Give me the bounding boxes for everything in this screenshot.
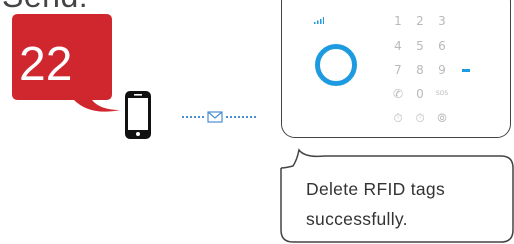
response-line-2: successfully. [306, 209, 408, 229]
alarm-panel: 1 2 3 4 5 6 7 8 9 ✆ 0 SOS ⏱ ⏱ ⦾ [281, 0, 511, 138]
key-home[interactable]: ⏱ [409, 108, 431, 128]
key-3[interactable]: 3 [431, 11, 453, 31]
key-4[interactable]: 4 [387, 36, 409, 56]
key-disarm[interactable]: ⦾ [431, 108, 453, 128]
response-line-1: Delete RFID tags [306, 179, 446, 199]
keypad: 1 2 3 4 5 6 7 8 9 ✆ 0 SOS ⏱ ⏱ ⦾ [387, 11, 507, 131]
key-1[interactable]: 1 [387, 11, 409, 31]
key-arm[interactable]: ⏱ [387, 108, 409, 128]
key-8[interactable]: 8 [409, 60, 431, 80]
key-9[interactable]: 9 [431, 60, 453, 80]
phone-icon [125, 91, 151, 139]
key-5[interactable]: 5 [409, 36, 431, 56]
key-call[interactable]: ✆ [387, 84, 409, 104]
message-transfer-icon [182, 111, 258, 123]
response-message: Delete RFID tags successfully. [306, 174, 506, 234]
key-7[interactable]: 7 [387, 60, 409, 80]
key-6[interactable]: 6 [431, 36, 453, 56]
key-0[interactable]: 0 [409, 84, 431, 104]
key-sos[interactable]: SOS [431, 84, 453, 104]
signal-icon [314, 17, 324, 24]
key-2[interactable]: 2 [409, 11, 431, 31]
step-number: 22 [19, 38, 73, 91]
status-ring [315, 44, 357, 86]
